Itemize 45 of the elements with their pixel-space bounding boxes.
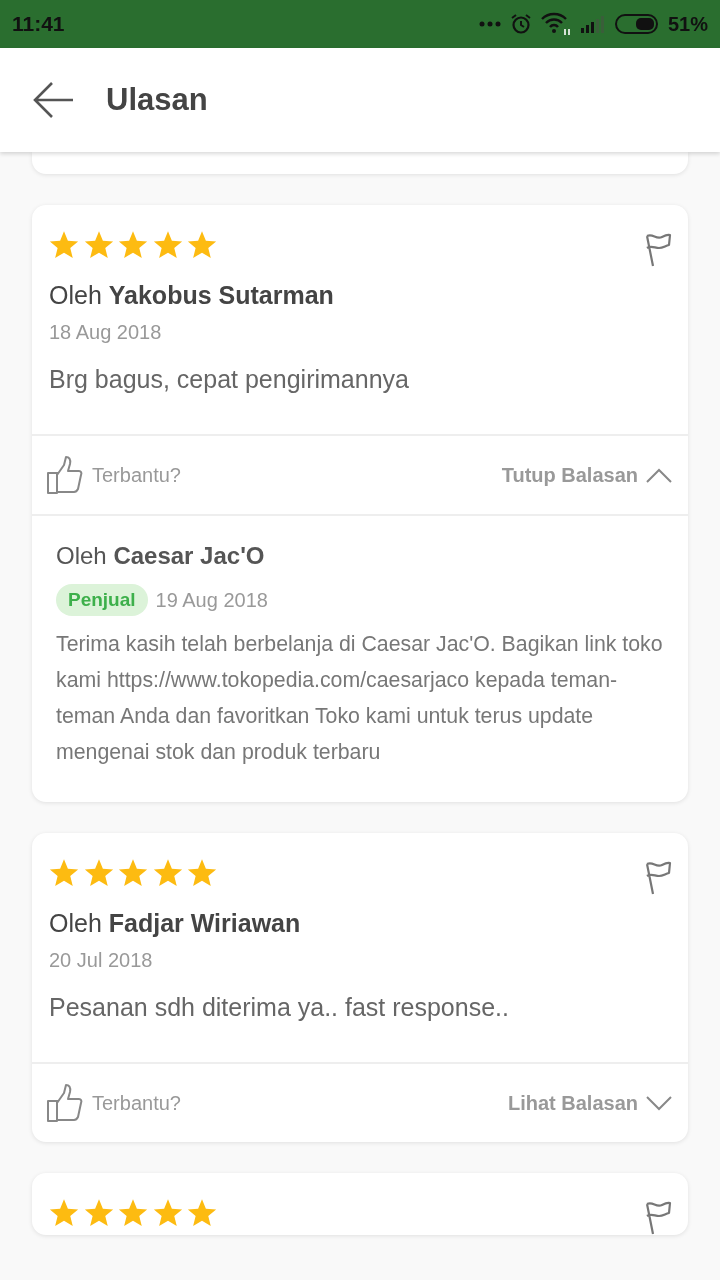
battery-icon — [614, 13, 659, 35]
star-icon — [152, 1199, 183, 1228]
flag-icon[interactable] — [644, 233, 672, 267]
star-icon — [118, 1199, 148, 1228]
review-text: Pesanan sdh diterima ya.. fast response.. — [49, 993, 510, 1022]
more-dots-icon — [478, 21, 501, 27]
star-icon — [49, 231, 79, 260]
thumbs-up-icon — [47, 456, 83, 494]
star-icon — [83, 231, 114, 260]
page-title: Ulasan — [106, 82, 208, 118]
alarm-icon — [509, 13, 532, 35]
reply-toggle[interactable]: Tutup Balasan — [501, 463, 672, 487]
star-icon — [152, 231, 183, 260]
wifi-icon — [540, 12, 571, 36]
review-date: 20 Jul 2018 — [49, 948, 154, 973]
signal-icon — [579, 14, 606, 34]
star-icon — [49, 1199, 79, 1228]
star-icon — [187, 231, 217, 260]
helpful-button[interactable]: Terbantu? — [47, 1084, 181, 1122]
reply-toggle[interactable]: Lihat Balasan — [507, 1091, 672, 1115]
back-arrow-icon[interactable] — [32, 81, 74, 119]
star-icon — [152, 859, 183, 888]
helpful-button[interactable]: Terbantu? — [47, 456, 181, 494]
reply-date: 19 Aug 2018 — [155, 588, 268, 612]
star-icon — [187, 859, 217, 888]
battery-percent: 51% — [667, 12, 708, 36]
thumbs-up-icon — [47, 1084, 83, 1122]
reply-text: Terima kasih telah berbelanja di Caesar Jac'O. Bagikan link toko kami https://www.tokopedia.com/caesarjaco kepada teman-teman Anda dan favoritkan Toko kami untuk terus update mengenai stok dan produk terbaru — [56, 631, 664, 766]
reviewer-name: Oleh Fadjar Wiriawan — [49, 908, 302, 939]
chevron-down-icon — [646, 1095, 672, 1111]
seller-name: Oleh Caesar Jac'O — [56, 542, 266, 570]
flag-icon[interactable] — [644, 861, 672, 895]
star-icon — [187, 1199, 217, 1228]
flag-icon[interactable] — [644, 1201, 672, 1235]
seller-badge: Penjual — [56, 584, 148, 616]
star-icon — [83, 1199, 114, 1228]
star-icon — [118, 231, 148, 260]
chevron-up-icon — [646, 467, 672, 483]
star-icon — [118, 859, 148, 888]
review-date: 18 Aug 2018 — [49, 320, 163, 345]
star-icon — [49, 859, 79, 888]
star-icon — [83, 859, 114, 888]
reviewer-name: Oleh Yakobus Sutarman — [49, 280, 335, 311]
review-text: Brg bagus, cepat pengirimannya — [49, 365, 410, 394]
status-time: 11:41 — [12, 12, 65, 36]
